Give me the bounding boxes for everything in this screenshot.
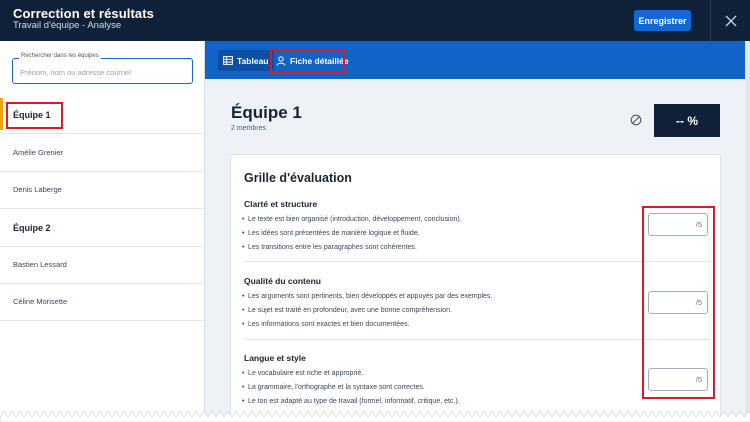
criterion-title: Qualité du contenu bbox=[244, 276, 321, 286]
divider bbox=[244, 339, 709, 340]
criterion-title: Clarté et structure bbox=[244, 199, 318, 209]
close-button[interactable] bbox=[710, 0, 750, 41]
criterion-bullet: Les transitions entre les paragraphes so… bbox=[242, 244, 417, 251]
top-bar: Correction et résultats Travail d'équipe… bbox=[0, 0, 750, 41]
save-button[interactable]: Enregistrer bbox=[634, 10, 691, 31]
members-count-link[interactable]: 2 membres bbox=[231, 125, 266, 132]
member-item[interactable]: Amélie Grenier bbox=[0, 134, 204, 171]
tab-bar: Tableau Fiche détaillée bbox=[205, 41, 745, 79]
team-item-2[interactable]: Équipe 2 bbox=[0, 209, 204, 246]
app-subtitle: Travail d'équipe - Analyse bbox=[13, 20, 122, 31]
score-input[interactable]: /5 bbox=[648, 368, 708, 391]
evaluation-grid-card: Grille d'évaluation Clarté et structure … bbox=[230, 154, 721, 422]
search-label: Rechercher dans les équipes bbox=[19, 53, 101, 59]
criterion-bullet: La grammaire, l'orthographe et la syntax… bbox=[242, 384, 425, 391]
score-suffix: /5 bbox=[695, 220, 702, 229]
team-title: Équipe 1 bbox=[231, 103, 302, 122]
close-icon bbox=[725, 15, 736, 26]
criterion-bullet: Le ton est adapté au type de travail (fo… bbox=[242, 398, 460, 405]
tab-label: Tableau bbox=[237, 55, 269, 66]
tab-tableau[interactable]: Tableau bbox=[218, 50, 274, 71]
team-item-1[interactable]: Équipe 1 bbox=[0, 96, 204, 133]
table-icon bbox=[223, 56, 233, 65]
scrollbar[interactable] bbox=[745, 41, 750, 422]
criterion-bullet: Les informations sont exactes et bien do… bbox=[242, 321, 410, 328]
score-input[interactable]: /5 bbox=[648, 213, 708, 236]
criterion-bullet: Le sujet est traité en profondeur, avec … bbox=[242, 307, 452, 314]
search-input[interactable] bbox=[13, 61, 192, 83]
member-item[interactable]: Céline Morisette bbox=[0, 283, 204, 320]
torn-edge bbox=[0, 410, 750, 422]
user-icon bbox=[276, 55, 286, 66]
tab-label: Fiche détaillée bbox=[290, 55, 349, 66]
grid-title: Grille d'évaluation bbox=[244, 171, 352, 185]
score-suffix: /5 bbox=[695, 375, 702, 384]
criterion-bullet: Le texte est bien organisé (introduction… bbox=[242, 216, 462, 223]
divider bbox=[244, 261, 709, 262]
score-badge: -- % bbox=[654, 104, 720, 137]
member-item[interactable]: Bastien Lessard bbox=[0, 246, 204, 283]
criterion-title: Langue et style bbox=[244, 353, 306, 363]
criterion-bullet: Le vocabulaire est riche et approprié. bbox=[242, 370, 363, 377]
score-input[interactable]: /5 bbox=[648, 291, 708, 314]
divider bbox=[0, 320, 204, 321]
score-suffix: /5 bbox=[695, 298, 702, 307]
member-item[interactable]: Denis Laberge bbox=[0, 171, 204, 208]
tab-fiche-detaillee[interactable]: Fiche détaillée bbox=[271, 50, 354, 71]
search-field[interactable]: Rechercher dans les équipes bbox=[12, 53, 193, 84]
app-title: Correction et résultats bbox=[13, 6, 155, 21]
no-entry-icon[interactable] bbox=[630, 114, 642, 126]
criterion-bullet: Les idées sont présentées de manière log… bbox=[242, 230, 420, 237]
main-panel: Tableau Fiche détaillée Équipe 1 2 membr… bbox=[205, 41, 750, 422]
sidebar: Rechercher dans les équipes Équipe 1 Amé… bbox=[0, 41, 205, 422]
criterion-bullet: Les arguments sont pertinents, bien déve… bbox=[242, 293, 492, 300]
